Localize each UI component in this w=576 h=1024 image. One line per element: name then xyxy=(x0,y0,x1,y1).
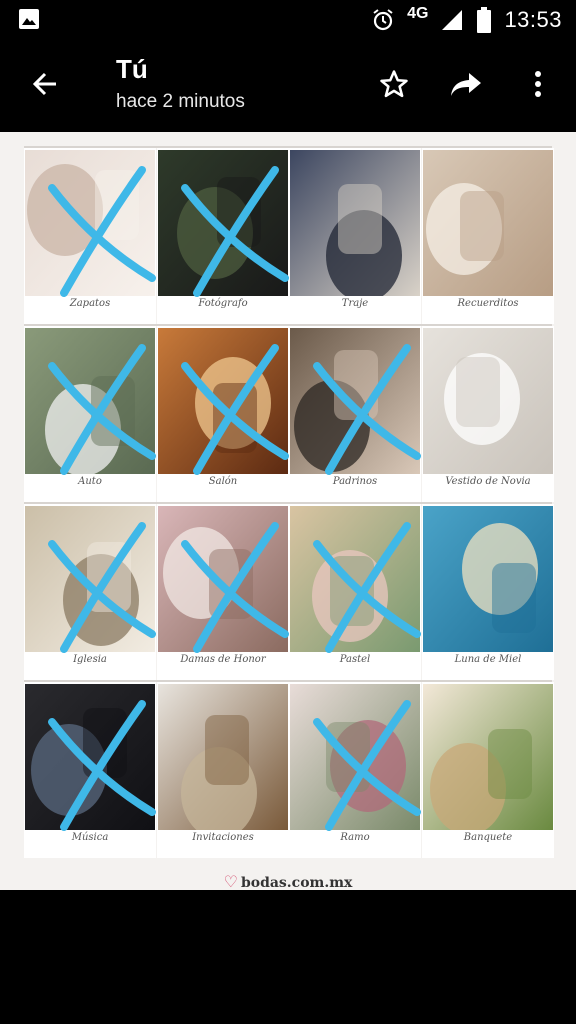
tile-label: Invitaciones xyxy=(192,832,254,843)
grid-tile: Luna de Miel xyxy=(422,504,554,680)
tile-photo xyxy=(290,506,420,652)
tile-label: Iglesia xyxy=(73,654,107,665)
more-options-button[interactable] xyxy=(514,62,562,106)
tile-photo xyxy=(25,328,155,474)
status-bar: 4G 13:53 xyxy=(0,0,576,40)
alarm-icon xyxy=(373,9,393,31)
tile-photo xyxy=(25,150,155,296)
tile-photo xyxy=(158,150,288,296)
tile-label: Ramo xyxy=(340,832,370,843)
grid-tile: Salón xyxy=(157,326,289,502)
grid-tile: Iglesia xyxy=(24,504,156,680)
grid-tile: Banquete xyxy=(422,682,554,858)
tile-label: Luna de Miel xyxy=(454,654,522,665)
tile-label: Pastel xyxy=(339,654,371,665)
tile-label: Vestido de Novia xyxy=(445,476,531,487)
page-title: Tú xyxy=(116,54,148,84)
tile-photo xyxy=(158,684,288,830)
tile-photo xyxy=(423,150,553,296)
grid-tile: Auto xyxy=(24,326,156,502)
tile-photo xyxy=(290,328,420,474)
heart-icon: ♡ xyxy=(223,872,238,891)
tile-label: Traje xyxy=(341,298,369,309)
grid-tile: Invitaciones xyxy=(157,682,289,858)
share-button[interactable] xyxy=(442,62,490,106)
brand-logo: ♡ bodas.com.mx xyxy=(0,872,576,891)
grid-tile: Pastel xyxy=(289,504,421,680)
more-vert-icon xyxy=(535,71,541,97)
star-icon xyxy=(380,70,408,98)
tile-label: Salón xyxy=(208,476,238,487)
tile-photo xyxy=(158,506,288,652)
grid-tile: Damas de Honor xyxy=(157,504,289,680)
tile-label: Música xyxy=(71,832,109,843)
tile-label: Damas de Honor xyxy=(180,654,266,665)
back-button[interactable] xyxy=(26,64,66,104)
tile-label: Padrinos xyxy=(332,476,378,487)
grid-tile: Música xyxy=(24,682,156,858)
tile-photo xyxy=(423,506,553,652)
grid-tile: Zapatos xyxy=(24,148,156,324)
tile-photo xyxy=(290,150,420,296)
tile-label: Recuerditos xyxy=(457,298,519,309)
clock: 13:53 xyxy=(504,7,562,32)
grid-tile: Recuerditos xyxy=(422,148,554,324)
tile-label: Fotógrafo xyxy=(198,298,248,309)
tile-photo xyxy=(25,684,155,830)
grid-tile: Fotógrafo xyxy=(157,148,289,324)
battery-icon xyxy=(477,7,492,33)
share-icon xyxy=(451,73,481,96)
tile-photo xyxy=(290,684,420,830)
grid-tile: Vestido de Novia xyxy=(422,326,554,502)
shared-image[interactable]: Zapatos Fotógrafo Traje Recuerditos Auto Saló… xyxy=(0,132,576,891)
tile-label: Zapatos xyxy=(69,298,111,309)
app-bar: Tú hace 2 minutos xyxy=(0,40,576,132)
page-subtitle: hace 2 minutos xyxy=(116,91,245,112)
gallery-notification-icon xyxy=(19,9,39,29)
tile-photo xyxy=(158,328,288,474)
grid-tile: Ramo xyxy=(289,682,421,858)
bottom-area xyxy=(0,890,576,1024)
grid-tile: Traje xyxy=(289,148,421,324)
tile-label: Auto xyxy=(78,476,102,487)
grid-tile: Padrinos xyxy=(289,326,421,502)
tile-photo xyxy=(25,506,155,652)
signal-icon xyxy=(442,10,463,30)
back-arrow-icon xyxy=(32,72,56,96)
star-button[interactable] xyxy=(370,62,418,106)
tile-label: Banquete xyxy=(463,832,513,843)
tile-photo xyxy=(423,328,553,474)
network-type: 4G xyxy=(407,5,429,22)
tile-photo xyxy=(423,684,553,830)
brand-text: bodas.com.mx xyxy=(240,875,353,891)
